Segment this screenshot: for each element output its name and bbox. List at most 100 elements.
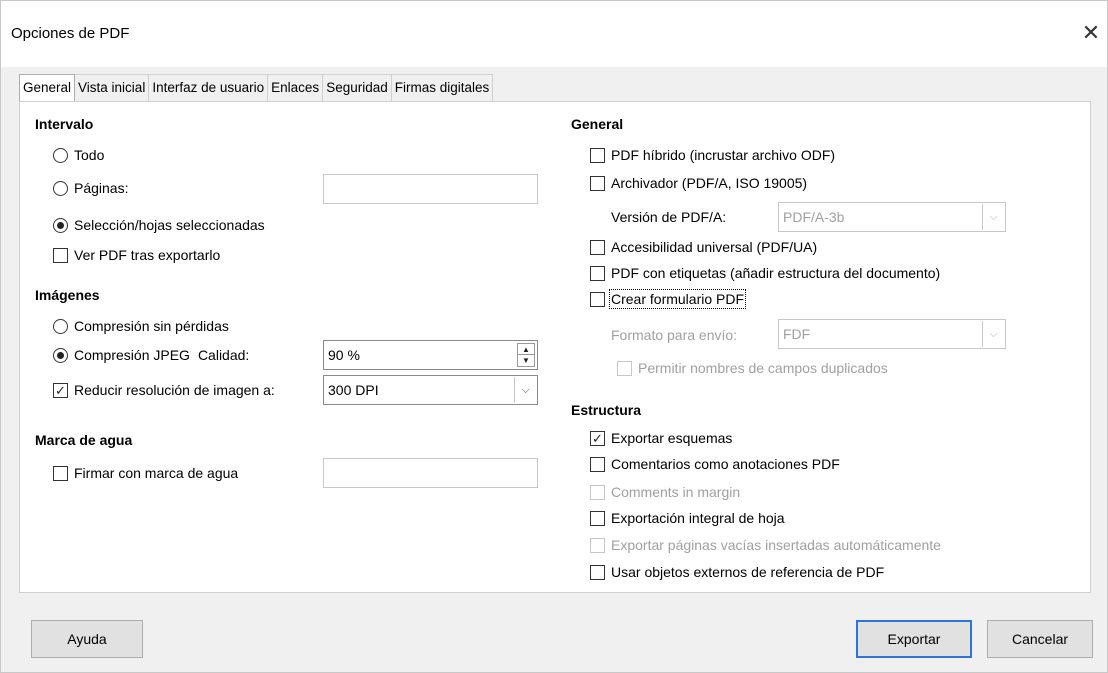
- submit-format-label: Formato para envío:: [611, 327, 738, 343]
- checkbox-indicator: [53, 247, 68, 263]
- duplicate-field-names-checkbox[interactable]: Permitir nombres de campos duplicados: [617, 360, 888, 376]
- tab-user-interface[interactable]: Interfaz de usuario: [148, 74, 269, 102]
- range-selection-label: Selección/hojas seleccionadas: [74, 217, 265, 233]
- radio-indicator: [53, 180, 68, 196]
- range-selection-radio[interactable]: Selección/hojas seleccionadas: [53, 217, 265, 233]
- checkbox-indicator: [590, 564, 605, 580]
- checkbox-indicator: [590, 456, 605, 472]
- checkbox-indicator: ✓: [590, 430, 605, 446]
- radio-indicator: [53, 318, 68, 334]
- tab-initial-view[interactable]: Vista inicial: [74, 74, 150, 102]
- spin-buttons[interactable]: ▲ ▼: [517, 343, 535, 367]
- pdfa-version-label: Versión de PDF/A:: [611, 209, 727, 225]
- checkbox-indicator: [590, 291, 605, 307]
- whole-sheet-export-checkbox[interactable]: Exportación integral de hoja: [590, 510, 785, 526]
- archive-pdfa-checkbox[interactable]: Archivador (PDF/A, ISO 19005): [590, 175, 807, 191]
- tab-general[interactable]: General: [19, 74, 76, 105]
- general-tab-panel: Intervalo Todo Páginas: Selección/hojas …: [19, 101, 1091, 593]
- view-pdf-label: Ver PDF tras exportarlo: [74, 247, 221, 263]
- export-outlines-checkbox[interactable]: ✓ Exportar esquemas: [590, 430, 732, 446]
- checkbox-indicator: [617, 360, 632, 376]
- duplicate-field-names-label: Permitir nombres de campos duplicados: [638, 360, 888, 376]
- general-heading: General: [571, 116, 624, 132]
- reference-xobjects-label: Usar objetos externos de referencia de P…: [611, 564, 885, 580]
- pages-input[interactable]: [323, 174, 538, 204]
- radio-indicator: [53, 217, 68, 233]
- structure-heading: Estructura: [571, 402, 642, 418]
- view-pdf-checkbox[interactable]: Ver PDF tras exportarlo: [53, 247, 220, 263]
- range-pages-label: Páginas:: [74, 180, 129, 196]
- reduce-resolution-checkbox[interactable]: ✓ Reducir resolución de imagen a:: [53, 382, 275, 398]
- hybrid-pdf-label: PDF híbrido (incrustar archivo ODF): [611, 147, 836, 163]
- pdfa-version-select[interactable]: PDF/A-3b ⌵: [778, 202, 1006, 232]
- tab-security[interactable]: Seguridad: [322, 74, 392, 102]
- pdfa-version-value: PDF/A-3b: [783, 209, 845, 225]
- watermark-checkbox[interactable]: Firmar con marca de agua: [53, 465, 238, 481]
- range-all-label: Todo: [74, 147, 105, 163]
- quality-value: 90 %: [328, 347, 360, 363]
- range-pages-radio[interactable]: Páginas:: [53, 180, 128, 196]
- checkbox-indicator: [590, 484, 605, 500]
- whole-sheet-export-label: Exportación integral de hoja: [611, 510, 785, 526]
- watermark-heading: Marca de agua: [35, 432, 133, 448]
- spin-down-icon[interactable]: ▼: [518, 355, 534, 366]
- universal-accessibility-checkbox[interactable]: Accesibilidad universal (PDF/UA): [590, 239, 817, 255]
- chevron-down-icon[interactable]: ⌵: [982, 204, 1004, 230]
- submit-format-select[interactable]: FDF ⌵: [778, 319, 1006, 349]
- lossless-label: Compresión sin pérdidas: [74, 318, 229, 334]
- hybrid-pdf-checkbox[interactable]: PDF híbrido (incrustar archivo ODF): [590, 147, 835, 163]
- tagged-pdf-checkbox[interactable]: PDF con etiquetas (añadir estructura del…: [590, 265, 940, 281]
- create-form-label: Crear formulario PDF: [608, 289, 747, 309]
- tab-digital-signatures[interactable]: Firmas digitales: [390, 74, 494, 102]
- archive-pdfa-label: Archivador (PDF/A, ISO 19005): [611, 175, 808, 191]
- empty-pages-checkbox[interactable]: Exportar páginas vacías insertadas autom…: [590, 537, 941, 553]
- reference-xobjects-checkbox[interactable]: Usar objetos externos de referencia de P…: [590, 564, 884, 580]
- quality-label: Calidad:: [197, 347, 250, 363]
- pdf-options-dialog: Opciones de PDF ✕ General Vista inicial …: [0, 0, 1108, 673]
- spin-up-icon[interactable]: ▲: [518, 344, 534, 355]
- range-all-radio[interactable]: Todo: [53, 147, 104, 163]
- export-button[interactable]: Exportar: [856, 620, 972, 658]
- window-title: Opciones de PDF: [11, 25, 130, 42]
- checkbox-indicator: [53, 465, 68, 481]
- range-heading: Intervalo: [35, 116, 94, 132]
- checkbox-indicator: ✓: [53, 382, 68, 398]
- checkbox-indicator: [590, 239, 605, 255]
- comments-annotations-checkbox[interactable]: Comentarios como anotaciones PDF: [590, 456, 840, 472]
- create-form-checkbox[interactable]: Crear formulario PDF: [590, 289, 747, 309]
- checkbox-indicator: [590, 175, 605, 191]
- cancel-button[interactable]: Cancelar: [987, 620, 1093, 658]
- resolution-select[interactable]: 300 DPI ⌵: [323, 375, 538, 405]
- jpeg-radio[interactable]: Compresión JPEG Calidad:: [53, 347, 249, 363]
- lossless-radio[interactable]: Compresión sin pérdidas: [53, 318, 229, 334]
- images-heading: Imágenes: [35, 287, 100, 303]
- checkbox-indicator: [590, 147, 605, 163]
- resolution-value: 300 DPI: [328, 382, 379, 398]
- comments-in-margin-label: Comments in margin: [611, 484, 741, 500]
- universal-accessibility-label: Accesibilidad universal (PDF/UA): [611, 239, 818, 255]
- chevron-down-icon[interactable]: ⌵: [514, 377, 536, 403]
- comments-in-margin-checkbox[interactable]: Comments in margin: [590, 484, 740, 500]
- tab-bar: General Vista inicial Interfaz de usuari…: [19, 74, 494, 105]
- checkbox-indicator: [590, 510, 605, 526]
- watermark-label: Firmar con marca de agua: [74, 465, 239, 481]
- checkbox-indicator: [590, 537, 605, 553]
- close-icon: ✕: [1081, 20, 1101, 45]
- radio-indicator: [53, 347, 68, 363]
- chevron-down-icon[interactable]: ⌵: [982, 321, 1004, 347]
- tab-links[interactable]: Enlaces: [267, 74, 324, 102]
- tagged-pdf-label: PDF con etiquetas (añadir estructura del…: [611, 265, 941, 281]
- watermark-text-input[interactable]: [323, 458, 538, 488]
- radio-indicator: [53, 147, 68, 163]
- jpeg-label: Compresión JPEG: [74, 347, 190, 363]
- title-bar: Opciones de PDF ✕: [1, 1, 1107, 67]
- checkbox-indicator: [590, 265, 605, 281]
- empty-pages-label: Exportar páginas vacías insertadas autom…: [611, 537, 941, 553]
- quality-spinner[interactable]: 90 % ▲ ▼: [323, 340, 538, 370]
- help-button[interactable]: Ayuda: [31, 620, 143, 658]
- close-button[interactable]: ✕: [1073, 13, 1108, 53]
- reduce-resolution-label: Reducir resolución de imagen a:: [74, 382, 275, 398]
- export-outlines-label: Exportar esquemas: [611, 430, 733, 446]
- comments-annotations-label: Comentarios como anotaciones PDF: [611, 456, 840, 472]
- submit-format-value: FDF: [783, 326, 811, 342]
